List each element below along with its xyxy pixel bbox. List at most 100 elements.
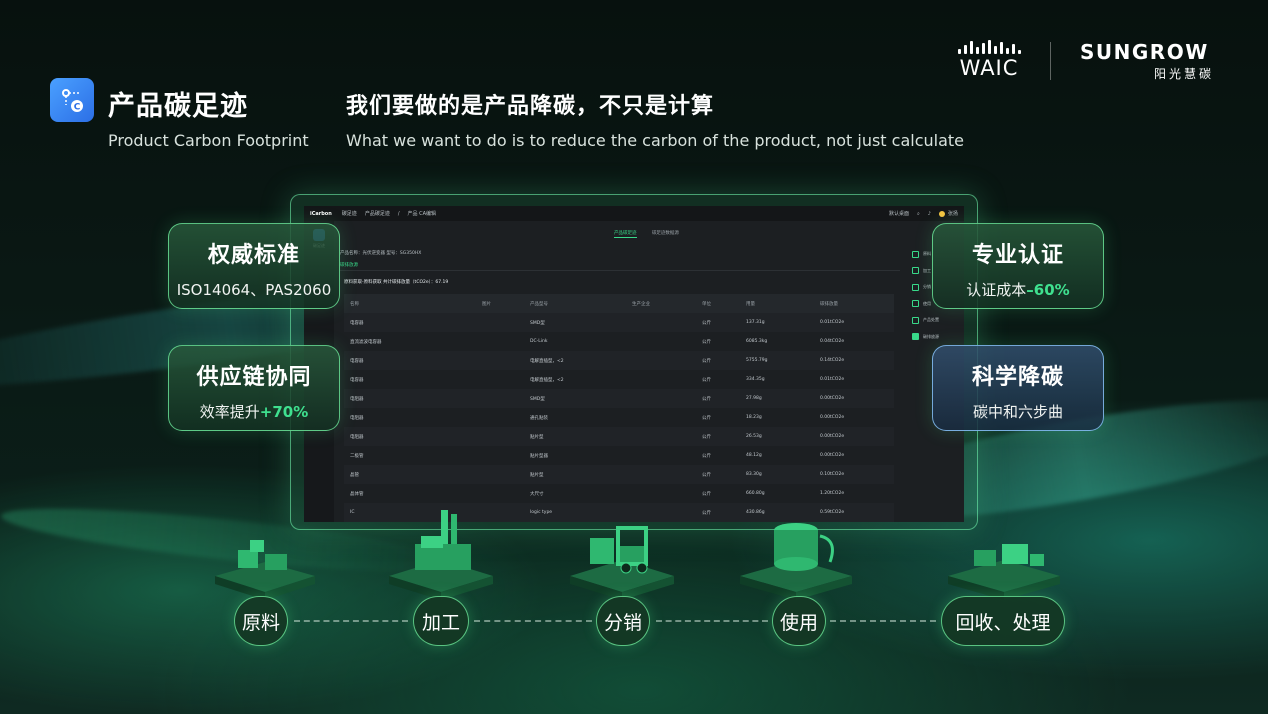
process-processing: 加工 <box>413 596 469 646</box>
lifecycle-step[interactable]: 产品处置 <box>912 312 960 329</box>
app-tabs: 产品碳足迹 碳足迹数据源 <box>614 230 693 238</box>
process-distribution: 分销 <box>596 596 650 646</box>
table-cell: 电容器 <box>350 377 364 383</box>
page-subtitle: 我们要做的是产品降碳，不只是计算 <box>346 94 715 119</box>
breadcrumb-item[interactable]: 碳足迹 <box>342 210 357 217</box>
checkbox-icon <box>912 300 919 308</box>
table-cell: 137.31g <box>746 320 765 325</box>
table-cell: 电阻器 <box>350 396 364 402</box>
carbon-footprint-icon: C <box>50 78 94 122</box>
recycling-platform-icon <box>948 544 1060 600</box>
table-cell: 电阻器 <box>350 415 364 421</box>
table-cell: 公斤 <box>702 320 711 326</box>
process-connector <box>830 620 936 622</box>
process-connector <box>294 620 408 622</box>
table-header: 名称 图片 产品型号 生产企业 单位 用量 碳排放量 <box>344 294 894 313</box>
tab-product-footprint[interactable]: 产品碳足迹 <box>614 231 637 238</box>
table-row[interactable]: 电阻器 通孔贴装 公斤 18.23g 0.00tCO2e <box>344 408 894 427</box>
table-cell: 公斤 <box>702 472 711 478</box>
svg-text:C: C <box>74 103 81 113</box>
product-info: 产品名称：光伏逆变器 型号：SG350HX <box>340 251 422 256</box>
app-window: iCarbon 碳足迹 产品碳足迹 / 产品 CA编辑 默认桌面 ⌕ ♪ 张扬 … <box>304 206 964 522</box>
process-usage: 使用 <box>772 596 826 646</box>
table-row[interactable]: 晶体管 大尺寸 公斤 660.80g 1.20tCO2e <box>344 484 894 503</box>
table-cell: 430.86g <box>746 510 765 515</box>
breadcrumb-item[interactable]: 产品碳足迹 <box>365 210 390 217</box>
checkbox-icon <box>912 333 919 341</box>
table-row[interactable]: 晶管 贴片型 公斤 83.30g 0.10tCO2e <box>344 465 894 484</box>
table-cell: 电容器 <box>350 358 364 364</box>
table-cell: 1.20tCO2e <box>820 491 845 496</box>
section-tab[interactable]: 碳排放源 <box>340 262 358 268</box>
table-row[interactable]: 电阻器 贴片型 公斤 26.53g 0.00tCO2e <box>344 427 894 446</box>
sungrow-sub-logo: 阳光慧碳 <box>1154 67 1215 81</box>
waic-wave-icon <box>952 40 1026 54</box>
table-cell: 公斤 <box>702 491 711 497</box>
table-cell: 5755.79g <box>746 358 768 363</box>
table-cell: 0.59tCO2e <box>820 510 845 515</box>
checkbox-icon <box>912 283 919 291</box>
table-cell: 晶管 <box>350 472 359 478</box>
step-label: 产品处置 <box>923 317 939 323</box>
table-cell: logic type <box>530 510 553 515</box>
table-cell: 大尺寸 <box>530 491 544 497</box>
page-subtitle-en: What we want to do is to reduce the carb… <box>346 131 964 150</box>
breadcrumb-separator: / <box>397 210 400 217</box>
table-row[interactable]: 直流滤波电容器 DC-Link 公斤 6085.3kg 0.04tCO2e <box>344 332 894 351</box>
table-row[interactable]: 电容器 电解直插型，<2 公斤 334.35g 0.01tCO2e <box>344 370 894 389</box>
table-cell: 贴片型器 <box>530 453 548 459</box>
breadcrumb-item[interactable]: 产品 CA编辑 <box>408 210 437 217</box>
user-name[interactable]: 张扬 <box>948 210 958 217</box>
sungrow-logo: SUNGROW <box>1080 40 1209 64</box>
process-connector <box>656 620 768 622</box>
table-cell: 0.04tCO2e <box>820 339 845 344</box>
table-cell: 0.00tCO2e <box>820 434 845 439</box>
workspace-select[interactable]: 默认桌面 <box>889 210 909 217</box>
table-cell: 公斤 <box>702 415 711 421</box>
table-row[interactable]: 电阻器 SMD型 公斤 27.98g 0.00tCO2e <box>344 389 894 408</box>
table-cell: 0.01tCO2e <box>820 377 845 382</box>
table-cell: 0.14tCO2e <box>820 358 845 363</box>
table-cell: 电解直插型，<2 <box>530 377 564 383</box>
card-certification: 专业认证 认证成本–60% <box>932 223 1104 309</box>
logo-divider <box>1050 42 1051 80</box>
table-cell: 公斤 <box>702 453 711 459</box>
checkbox-icon <box>912 316 919 324</box>
waic-logo: WAIC <box>952 40 1026 80</box>
step-label: 分销 <box>923 284 931 290</box>
raw-material-platform-icon <box>215 540 315 600</box>
app-brand: iCarbon <box>310 210 332 217</box>
table-cell: 贴片型 <box>530 472 544 478</box>
process-raw-material: 原料 <box>234 596 288 646</box>
processing-factory-icon <box>389 510 493 600</box>
tab-data-source[interactable]: 碳足迹数据源 <box>652 231 679 236</box>
checkbox-icon <box>912 250 919 258</box>
table-cell: 公斤 <box>702 339 711 345</box>
search-icon[interactable]: ⌕ <box>917 211 920 217</box>
lifecycle-step[interactable]: 碳排放源 <box>912 329 960 346</box>
process-connector <box>474 620 592 622</box>
card-science-reduction: 科学降碳 碳中和六步曲 <box>932 345 1104 431</box>
card-supply-chain: 供应链协同 效率提升+70% <box>168 345 340 431</box>
avatar[interactable] <box>938 210 945 217</box>
table-cell: 27.98g <box>746 396 762 401</box>
table-row[interactable]: 电容器 电解直插型，<2 公斤 5755.79g 0.14tCO2e <box>344 351 894 370</box>
distribution-forklift-icon <box>570 526 674 600</box>
emission-table: 名称 图片 产品型号 生产企业 单位 用量 碳排放量 电容器 SMD型 公斤 137.… <box>344 294 894 522</box>
table-cell: 贴片型 <box>530 434 544 440</box>
table-cell: 0.10tCO2e <box>820 472 845 477</box>
page-title-en: Product Carbon Footprint <box>108 131 309 150</box>
table-row[interactable]: 二极管 贴片型器 公斤 48.12g 0.00tCO2e <box>344 446 894 465</box>
step-label: 碳排放源 <box>923 333 939 339</box>
table-cell: 334.35g <box>746 377 765 382</box>
table-cell: 公斤 <box>702 434 711 440</box>
table-cell: 二极管 <box>350 453 364 459</box>
table-cell: 48.12g <box>746 453 762 458</box>
table-row[interactable]: 电容器 SMD型 公斤 137.31g 0.01tCO2e <box>344 313 894 332</box>
bell-icon[interactable]: ♪ <box>928 211 931 217</box>
card-authority-standard: 权威标准 ISO14064、PAS2060 <box>168 223 340 309</box>
stage-summary[interactable]: 原料获取-原料获取 共计碳排放量（tCO2e）：67.19 <box>344 279 448 285</box>
table-cell: SMD型 <box>530 320 545 326</box>
table-cell: 0.00tCO2e <box>820 453 845 458</box>
section-divider <box>340 270 900 271</box>
